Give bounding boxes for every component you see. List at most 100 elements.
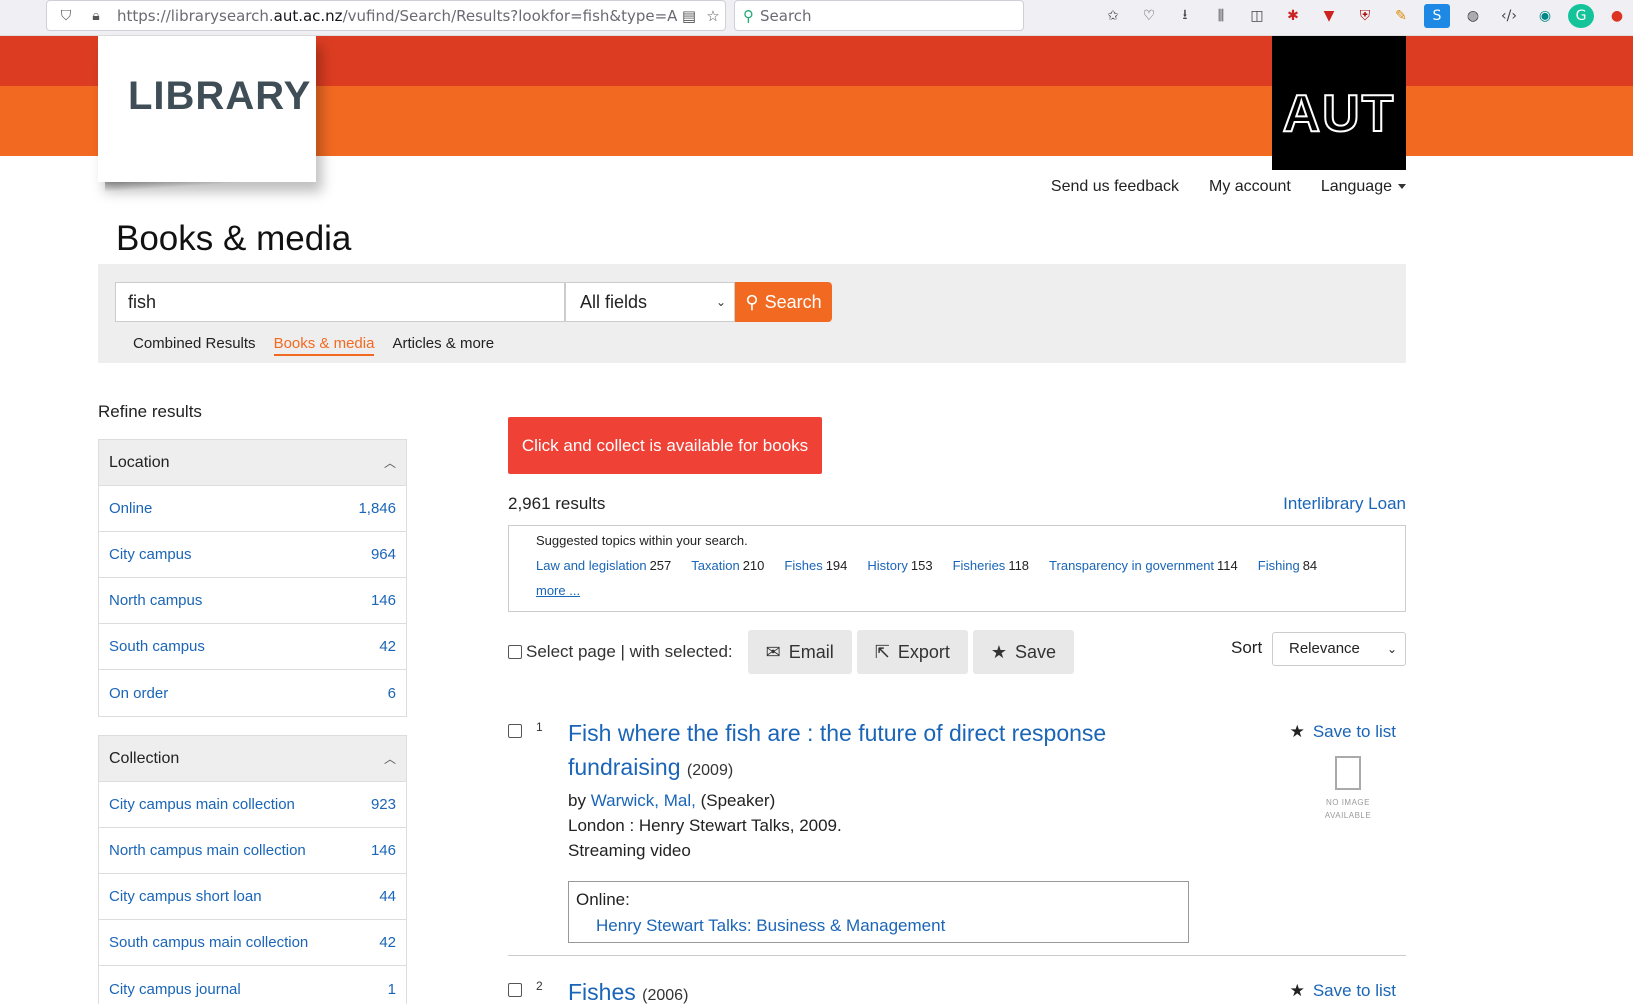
library-icon[interactable]: ⫼ <box>1208 4 1234 28</box>
select-page-checkbox[interactable] <box>508 645 522 659</box>
tab-articles-more[interactable]: Articles & more <box>392 335 494 356</box>
topic-link[interactable]: Taxation <box>691 558 739 573</box>
facet-item[interactable]: City campus 964 <box>99 532 406 578</box>
page-title: Books & media <box>116 219 352 258</box>
ublock-icon[interactable]: ⛨ <box>1352 4 1378 28</box>
topic-link[interactable]: Fishing <box>1258 558 1300 573</box>
sidebar-icon[interactable]: ◫ <box>1244 4 1270 28</box>
sort-select[interactable]: Relevance ⌄ <box>1272 632 1406 666</box>
grammarly-icon[interactable]: G <box>1568 4 1594 28</box>
topic-link[interactable]: Fisheries <box>953 558 1006 573</box>
topic-item: Fishing 84 <box>1258 558 1317 573</box>
tab-books-media[interactable]: Books & media <box>273 335 375 356</box>
topic-link[interactable]: Fishes <box>784 558 822 573</box>
suggested-topics: Suggested topics within your search. Law… <box>508 525 1406 612</box>
skype-icon[interactable]: S <box>1424 4 1450 28</box>
eye-icon[interactable]: ◉ <box>1532 4 1558 28</box>
chevron-up-icon: ︿ <box>383 752 396 766</box>
online-label: Online: <box>576 890 630 909</box>
result-checkbox[interactable] <box>508 724 522 738</box>
library-label: LIBRARY <box>128 74 312 118</box>
result-publisher: London : Henry Stewart Talks, 2009. <box>568 816 842 835</box>
facet-title: Collection <box>109 749 180 767</box>
url-bar[interactable]: ⛉ 🔒︎ https://librarysearch.aut.ac.nz/vuf… <box>46 0 726 31</box>
topic-link[interactable]: History <box>867 558 907 573</box>
lastpass-icon[interactable]: ● <box>1604 4 1630 28</box>
topic-count: 84 <box>1302 558 1318 573</box>
addon-icon[interactable]: ▼ <box>1316 4 1342 28</box>
result-item: 2 Fishes (2006) ★ Save to list <box>508 975 1406 1004</box>
facet-item-label: On order <box>109 684 169 702</box>
url-rest: /vufind/Search/Results?lookfor=fish&type… <box>342 6 677 25</box>
result-count: 2,961 results <box>508 494 606 513</box>
result-author-link[interactable]: Warwick, Mal, <box>591 791 696 810</box>
shield-icon[interactable]: ⛉ <box>55 5 77 27</box>
interlibrary-loan-link[interactable]: Interlibrary Loan <box>1283 494 1406 514</box>
pocket-icon[interactable]: ♡ <box>1136 4 1162 28</box>
my-account-link[interactable]: My account <box>1209 178 1291 196</box>
result-checkbox[interactable] <box>508 983 522 997</box>
topic-link[interactable]: Law and legislation <box>536 558 647 573</box>
language-dropdown[interactable]: Language <box>1321 178 1406 196</box>
select-page-row: Select page | with selected: ✉ Email ⇱ Exp… <box>508 630 1075 674</box>
save-to-list-link[interactable]: ★ Save to list <box>1290 722 1396 742</box>
topic-list: Law and legislation 257 Taxation 210 Fishe… <box>536 558 1405 573</box>
topic-link[interactable]: Transparency in government <box>1049 558 1214 573</box>
facet-item[interactable]: North campus main collection 146 <box>99 828 406 874</box>
lock-icon[interactable]: 🔒︎ <box>85 5 107 27</box>
facet-item[interactable]: North campus 146 <box>99 578 406 624</box>
download-icon[interactable]: ⭳ <box>1172 4 1198 28</box>
save-to-list-link[interactable]: ★ Save to list <box>1290 981 1396 1001</box>
result-title-line2: fundraising <box>568 754 681 780</box>
facet-item-count: 1,846 <box>358 500 396 517</box>
facet-item[interactable]: City campus journal 1 <box>99 966 406 1004</box>
browser-toolbar: ⛉ 🔒︎ https://librarysearch.aut.ac.nz/vuf… <box>0 0 1633 36</box>
search-field-select[interactable]: All fields ⌄ <box>565 282 735 322</box>
export-button[interactable]: ⇱ Export <box>856 630 968 674</box>
facet-item[interactable]: On order 6 <box>99 670 406 716</box>
facet-item-count: 42 <box>379 638 396 655</box>
facet-item[interactable]: Online 1,846 <box>99 486 406 532</box>
result-title[interactable]: Fish where the fish are : the future of … <box>568 716 1128 788</box>
star-icon: ★ <box>1289 722 1305 741</box>
more-topics-link[interactable]: more ... <box>536 583 580 598</box>
facet-location-header[interactable]: Location ︿ <box>99 440 406 486</box>
url-text[interactable]: https://librarysearch.aut.ac.nz/vufind/S… <box>117 7 677 25</box>
result-title[interactable]: Fishes (2006) <box>568 975 1128 1004</box>
extensions-icon[interactable]: ✩ <box>1100 4 1126 28</box>
facet-collection-header[interactable]: Collection ︿ <box>99 736 406 782</box>
online-resource-link[interactable]: Henry Stewart Talks: Business & Manageme… <box>596 916 1181 936</box>
topic-count: 257 <box>649 558 672 573</box>
facet-item[interactable]: South campus 42 <box>99 624 406 670</box>
library-logo-tab[interactable]: LIBRARY <box>98 36 316 182</box>
save-button[interactable]: ★ Save <box>972 630 1075 674</box>
suggested-topics-title: Suggested topics within your search. <box>536 533 748 548</box>
search-input[interactable]: fish <box>115 282 565 322</box>
facet-item[interactable]: City campus short loan 44 <box>99 874 406 920</box>
send-feedback-link[interactable]: Send us feedback <box>1051 178 1179 196</box>
facet-item[interactable]: South campus main collection 42 <box>99 920 406 966</box>
browser-search-placeholder: Search <box>760 6 812 25</box>
click-and-collect-banner[interactable]: Click and collect is available for books <box>508 417 822 474</box>
bookmark-star-icon[interactable]: ☆ <box>701 4 725 28</box>
aut-logo[interactable]: AUT <box>1272 36 1406 170</box>
facet-location: Location ︿ Online 1,846 City campus 964 No… <box>98 439 407 717</box>
search-button[interactable]: ⚲ Search <box>735 282 832 322</box>
topic-count: 153 <box>910 558 933 573</box>
reader-view-icon[interactable]: ▤ <box>677 4 701 28</box>
email-button[interactable]: ✉ Email <box>747 630 852 674</box>
topic-item: Fishes 194 <box>784 558 847 573</box>
facet-item[interactable]: City campus main collection 923 <box>99 782 406 828</box>
topic-item: Law and legislation 257 <box>536 558 671 573</box>
aut-logo-text: AUT <box>1282 84 1396 144</box>
language-label: Language <box>1320 178 1392 195</box>
search-tabs: Combined Results Books & media Articles … <box>133 335 494 356</box>
code-icon[interactable]: ‹/› <box>1496 4 1522 28</box>
tab-combined-results[interactable]: Combined Results <box>133 335 256 356</box>
result-number: 2 <box>536 979 543 993</box>
result-title-line1: Fish where the fish are : the future of … <box>568 720 1107 746</box>
addon-icon[interactable]: ✱ <box>1280 4 1306 28</box>
addon-icon[interactable]: ✎ <box>1388 4 1414 28</box>
globe-icon[interactable]: ◍ <box>1460 4 1486 28</box>
browser-search-bar[interactable]: ⚲ Search <box>734 0 1024 31</box>
